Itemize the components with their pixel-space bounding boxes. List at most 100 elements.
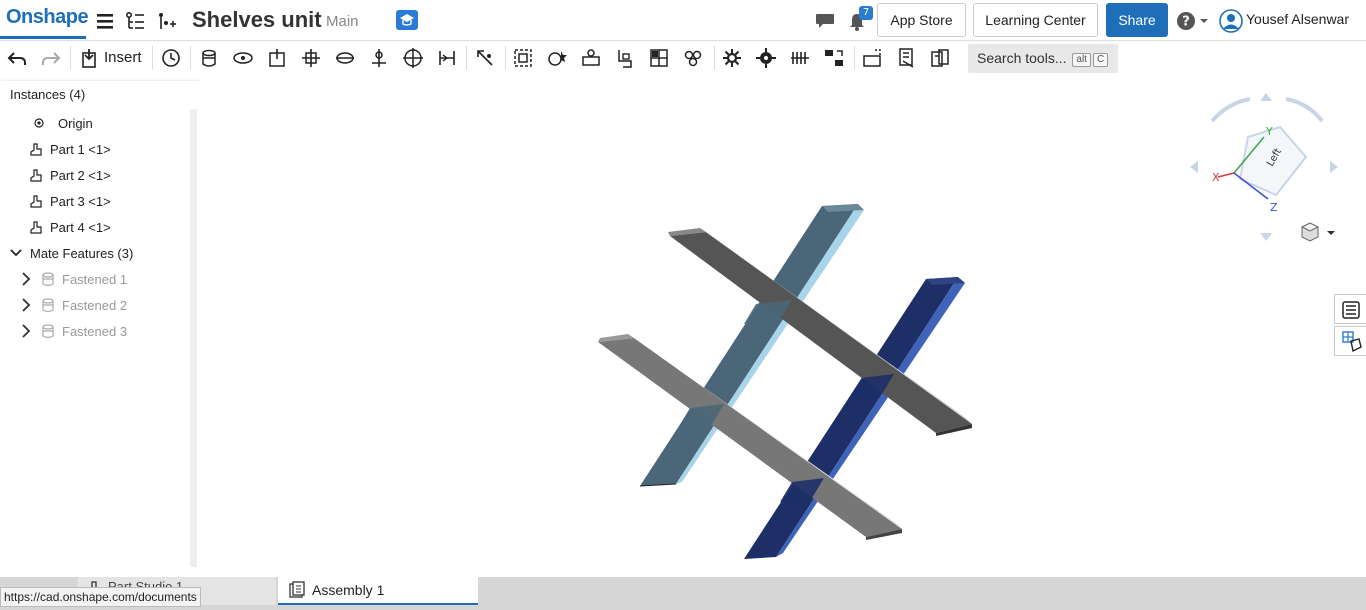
- top-bar: Onshape Shelves unit Main 7 App Store Le…: [0, 0, 1366, 41]
- tree-item-part-1[interactable]: Part 1 <1>: [28, 141, 111, 157]
- app-store-button[interactable]: App Store: [877, 3, 966, 37]
- tree-item-label: Part 3 <1>: [50, 193, 111, 209]
- measure-icon[interactable]: [896, 47, 918, 69]
- part-instance-icon: [30, 195, 42, 208]
- svg-text:?: ?: [1182, 15, 1190, 30]
- user-avatar-icon[interactable]: [1219, 9, 1243, 33]
- mate-features-label: Mate Features (3): [30, 245, 134, 261]
- gear-icon[interactable]: [721, 47, 743, 69]
- redo-icon[interactable]: [40, 47, 62, 69]
- tab-label: Assembly 1: [312, 582, 385, 598]
- insert-parts-icon[interactable]: [156, 10, 178, 32]
- mate-connector-icon[interactable]: [474, 47, 496, 69]
- parallel-mate-icon[interactable]: [436, 47, 458, 69]
- document-title[interactable]: Shelves unit: [192, 7, 322, 33]
- view-options-icon[interactable]: [1298, 221, 1338, 243]
- x-axis-line: [1217, 172, 1235, 178]
- bom-panel-button[interactable]: [1334, 326, 1366, 356]
- logo-underline: [0, 36, 86, 39]
- status-url-tooltip: https://cad.onshape.com/documents: [0, 587, 201, 607]
- assembly-icon: [289, 581, 305, 598]
- fastened-mate-icon: [42, 324, 54, 339]
- tree-item-origin[interactable]: Origin: [32, 115, 93, 131]
- arrow-up-icon: [1260, 93, 1272, 101]
- shortcut-key-c: C: [1092, 53, 1109, 67]
- linear-pattern-icon[interactable]: [682, 47, 704, 69]
- revolute-mate-icon[interactable]: [232, 47, 254, 69]
- display-states-icon[interactable]: [929, 47, 951, 69]
- section-view-icon[interactable]: [861, 47, 883, 69]
- tree-item-part-4[interactable]: Part 4 <1>: [28, 219, 111, 235]
- document-branch[interactable]: Main: [326, 13, 359, 30]
- instances-header[interactable]: Instances (4): [10, 87, 85, 102]
- part-instance-icon: [30, 221, 42, 234]
- undo-icon[interactable]: [6, 47, 28, 69]
- toolbar-separator: [466, 46, 467, 70]
- part-instance-icon: [30, 143, 42, 156]
- user-name[interactable]: Yousef Alsenwar: [1246, 11, 1349, 27]
- screw-mate-icon[interactable]: [755, 47, 777, 69]
- arrow-down-icon: [1260, 233, 1272, 241]
- onshape-logo[interactable]: Onshape: [6, 6, 89, 29]
- feature-toolbar: Insert Search tools... alt C: [0, 41, 1366, 75]
- chevron-right-icon[interactable]: [18, 297, 34, 313]
- timeline-icon[interactable]: [160, 47, 182, 69]
- tab-bar: Part Studio 1 Assembly 1: [0, 577, 1366, 610]
- help-icon[interactable]: ?: [1176, 10, 1210, 32]
- cylindrical-mate-icon[interactable]: [334, 47, 356, 69]
- insert-icon[interactable]: [78, 47, 100, 69]
- bill-of-materials-icon: [1342, 331, 1362, 353]
- tree-item-fastened-3[interactable]: Fastened 3: [18, 323, 127, 339]
- properties-panel-button[interactable]: [1334, 294, 1366, 324]
- tree-item-label: Part 1 <1>: [50, 141, 111, 157]
- chevron-right-icon[interactable]: [18, 271, 34, 287]
- group-icon[interactable]: [512, 47, 534, 69]
- notification-count-badge[interactable]: 7: [859, 6, 873, 20]
- explode-view-icon[interactable]: [823, 47, 845, 69]
- search-tools-input[interactable]: Search tools... alt C: [968, 44, 1118, 73]
- insert-button-label[interactable]: Insert: [104, 49, 142, 66]
- search-tools-placeholder: Search tools...: [977, 50, 1067, 66]
- tree-item-fastened-1[interactable]: Fastened 1: [18, 271, 127, 287]
- planar-mate-icon[interactable]: [300, 47, 322, 69]
- tab-assembly-1[interactable]: Assembly 1: [278, 577, 478, 605]
- slider-mate-icon[interactable]: [266, 47, 288, 69]
- comments-icon[interactable]: [814, 10, 836, 32]
- assembly-feature-tree: Instances (4) Origin Part 1 <1> Part 2 <…: [0, 81, 200, 577]
- learning-center-button[interactable]: Learning Center: [973, 3, 1098, 37]
- tree-item-part-2[interactable]: Part 2 <1>: [28, 167, 111, 183]
- tangent-mate-icon[interactable]: [546, 47, 568, 69]
- ball-mate-icon[interactable]: [402, 47, 424, 69]
- part-instance-icon: [30, 169, 42, 182]
- fastened-mate-icon[interactable]: [198, 47, 220, 69]
- shortcut-key-alt: alt: [1072, 53, 1091, 67]
- tree-item-part-3[interactable]: Part 3 <1>: [28, 193, 111, 209]
- rotate-arrow-left-icon: [1210, 97, 1251, 123]
- arrow-right-icon: [1330, 161, 1338, 173]
- graphics-viewport[interactable]: Left Y X Z: [200, 75, 1366, 577]
- learning-mode-icon[interactable]: [396, 10, 418, 30]
- share-button[interactable]: Share: [1106, 3, 1168, 37]
- chevron-down-icon[interactable]: [8, 245, 24, 261]
- pin-slot-mate-icon[interactable]: [368, 47, 390, 69]
- toolbar-separator: [70, 46, 71, 70]
- replicate-icon[interactable]: [648, 47, 670, 69]
- hamburger-menu-icon[interactable]: [94, 10, 116, 32]
- fastened-mate-icon: [42, 272, 54, 287]
- tree-item-label: Fastened 3: [62, 323, 128, 339]
- tree-item-label: Fastened 2: [62, 297, 128, 313]
- gear-relation-icon[interactable]: [580, 47, 602, 69]
- toolbar-separator: [505, 46, 506, 70]
- toolbar-separator: [714, 46, 715, 70]
- rack-pinion-icon[interactable]: [614, 47, 636, 69]
- mate-features-header[interactable]: Mate Features (3): [8, 245, 133, 261]
- tree-scrollbar[interactable]: [190, 109, 197, 567]
- linear-relation-icon[interactable]: [789, 47, 811, 69]
- tree-item-label: Origin: [58, 115, 93, 131]
- feature-list-icon[interactable]: [124, 10, 146, 32]
- tree-item-fastened-2[interactable]: Fastened 2: [18, 297, 127, 313]
- toolbar-separator: [152, 46, 153, 70]
- tree-item-label: Part 4 <1>: [50, 219, 111, 235]
- chevron-right-icon[interactable]: [18, 323, 34, 339]
- y-axis-label: Y: [1265, 125, 1273, 138]
